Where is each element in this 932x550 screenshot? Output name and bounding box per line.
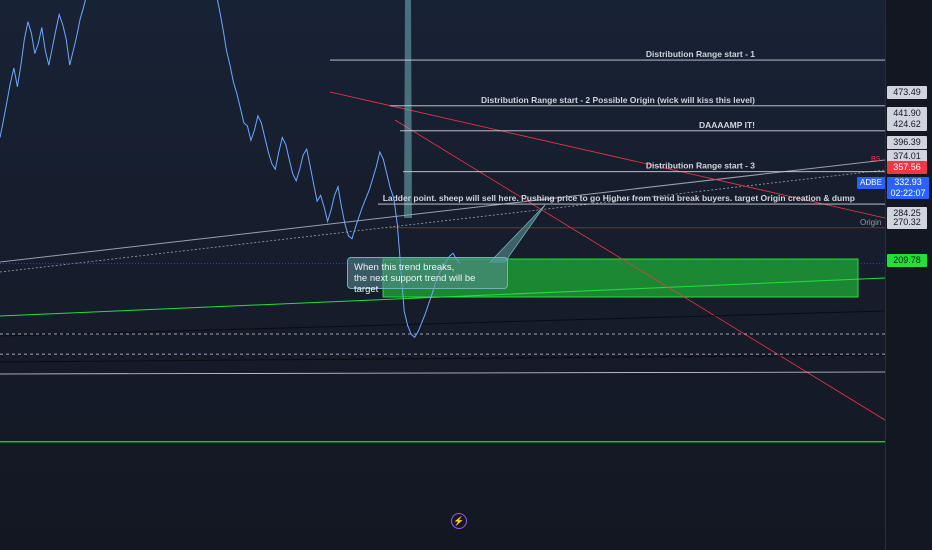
lower-trendline-3	[0, 371, 885, 375]
lightning-icon[interactable]: ⚡	[451, 513, 467, 529]
callout-line-2: the next support trend will be target	[354, 273, 476, 295]
callout-line-1: When this trend breaks,	[354, 262, 455, 273]
level-annotation-4: Ladder point. sheep will sell here. Push…	[383, 193, 855, 203]
trend-break-callout[interactable]: When this trend breaks, the next support…	[347, 257, 508, 295]
price-label-473: 473.49	[887, 86, 927, 99]
bar-countdown: 02:22:07	[890, 188, 926, 198]
price-axis[interactable]	[885, 0, 932, 550]
level-annotation-2: DAAAAMP IT!	[699, 120, 755, 130]
current-price-box: 332.93 02:22:07	[887, 177, 929, 199]
origin-label: Origin	[860, 218, 882, 227]
level-annotation-0: Distribution Range start - 1	[646, 49, 755, 59]
price-label-396: 396.39	[887, 136, 927, 149]
lower-trendline-2	[0, 354, 885, 363]
upper-support-trendline	[0, 159, 885, 263]
chart-stage: Distribution Range start - 1 Distribution…	[0, 0, 932, 550]
price-label-270: 270.32	[887, 216, 927, 229]
lower-trendline-1	[0, 310, 885, 337]
callout-pointer	[489, 204, 546, 263]
price-label-target: 209.78	[887, 254, 927, 267]
current-price: 332.93	[894, 177, 922, 187]
symbol-tag: ADBE	[857, 177, 885, 189]
price-label-357: 357.56	[887, 161, 927, 174]
wick-pointer	[404, 0, 412, 218]
level-annotation-3: Distribution Range start - 3	[646, 161, 755, 171]
bs-tag: BS	[871, 156, 881, 163]
price-label-424: 424.62	[887, 118, 927, 131]
level-annotation-1: Distribution Range start - 2 Possible Or…	[481, 95, 755, 105]
